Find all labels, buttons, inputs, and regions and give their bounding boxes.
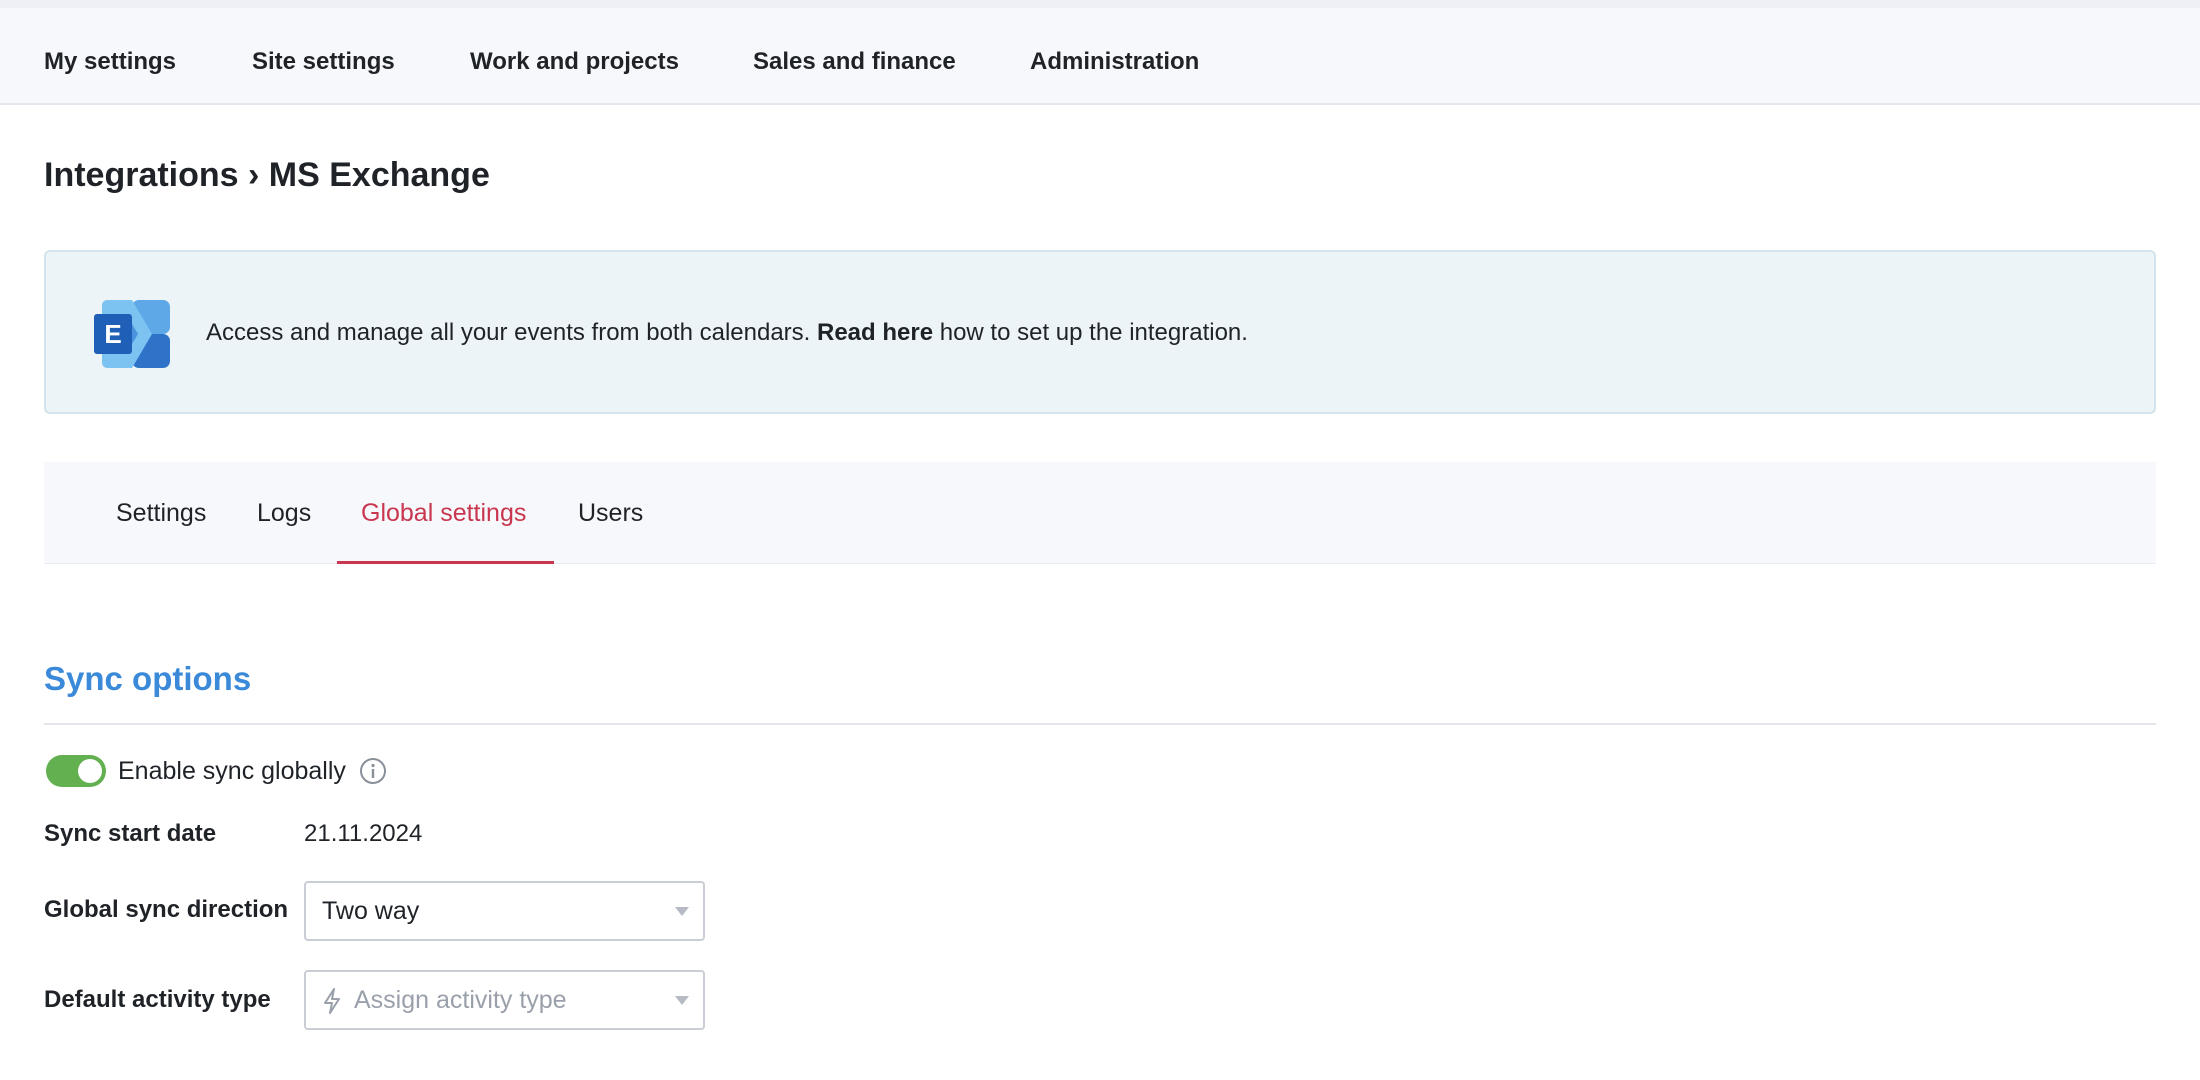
banner-text-after: how to set up the integration. xyxy=(933,319,1248,346)
integration-info-banner: E Access and manage all your events from… xyxy=(44,250,2156,414)
nav-item-sales-and-finance[interactable]: Sales and finance xyxy=(753,8,956,105)
tab-global-settings[interactable]: Global settings xyxy=(361,462,526,564)
banner-text-before: Access and manage all your events from b… xyxy=(206,319,817,346)
tab-logs[interactable]: Logs xyxy=(257,462,311,564)
tab-settings[interactable]: Settings xyxy=(116,462,206,564)
enable-sync-toggle[interactable] xyxy=(46,755,106,787)
chevron-down-icon xyxy=(675,996,689,1005)
top-navigation: My settings Site settings Work and proje… xyxy=(0,8,2200,105)
lightning-bolt-icon xyxy=(324,988,340,1014)
enable-sync-label: Enable sync globally xyxy=(118,757,346,785)
logo-letter: E xyxy=(104,319,121,349)
sync-start-date-value: 21.11.2024 xyxy=(304,820,423,847)
global-sync-direction-label: Global sync direction xyxy=(44,896,289,923)
default-activity-type-label: Default activity type xyxy=(44,986,271,1013)
nav-item-my-settings[interactable]: My settings xyxy=(44,8,176,105)
activity-type-placeholder: Assign activity type xyxy=(354,986,567,1014)
sync-direction-select[interactable]: Two way xyxy=(304,881,705,941)
nav-item-site-settings[interactable]: Site settings xyxy=(252,8,395,105)
tab-users[interactable]: Users xyxy=(578,462,643,564)
page-title: Integrations › MS Exchange xyxy=(44,156,490,194)
ms-exchange-logo-icon: E xyxy=(94,300,170,368)
top-strip xyxy=(0,0,2200,8)
sync-direction-value: Two way xyxy=(322,897,420,925)
chevron-down-icon xyxy=(675,907,689,916)
sync-start-date-label: Sync start date xyxy=(44,820,217,847)
toggle-knob xyxy=(78,759,102,783)
info-icon[interactable] xyxy=(359,757,387,785)
active-tab-indicator xyxy=(337,561,554,564)
section-divider xyxy=(44,723,2156,725)
banner-text: Access and manage all your events from b… xyxy=(206,252,1248,412)
nav-item-work-and-projects[interactable]: Work and projects xyxy=(470,8,679,105)
nav-item-administration[interactable]: Administration xyxy=(1030,8,1199,105)
activity-type-select[interactable]: Assign activity type xyxy=(304,970,705,1030)
read-here-link[interactable]: Read here xyxy=(817,319,933,346)
section-title-sync-options: Sync options xyxy=(44,660,252,697)
integration-tabs: Settings Logs Global settings Users xyxy=(44,462,2156,564)
